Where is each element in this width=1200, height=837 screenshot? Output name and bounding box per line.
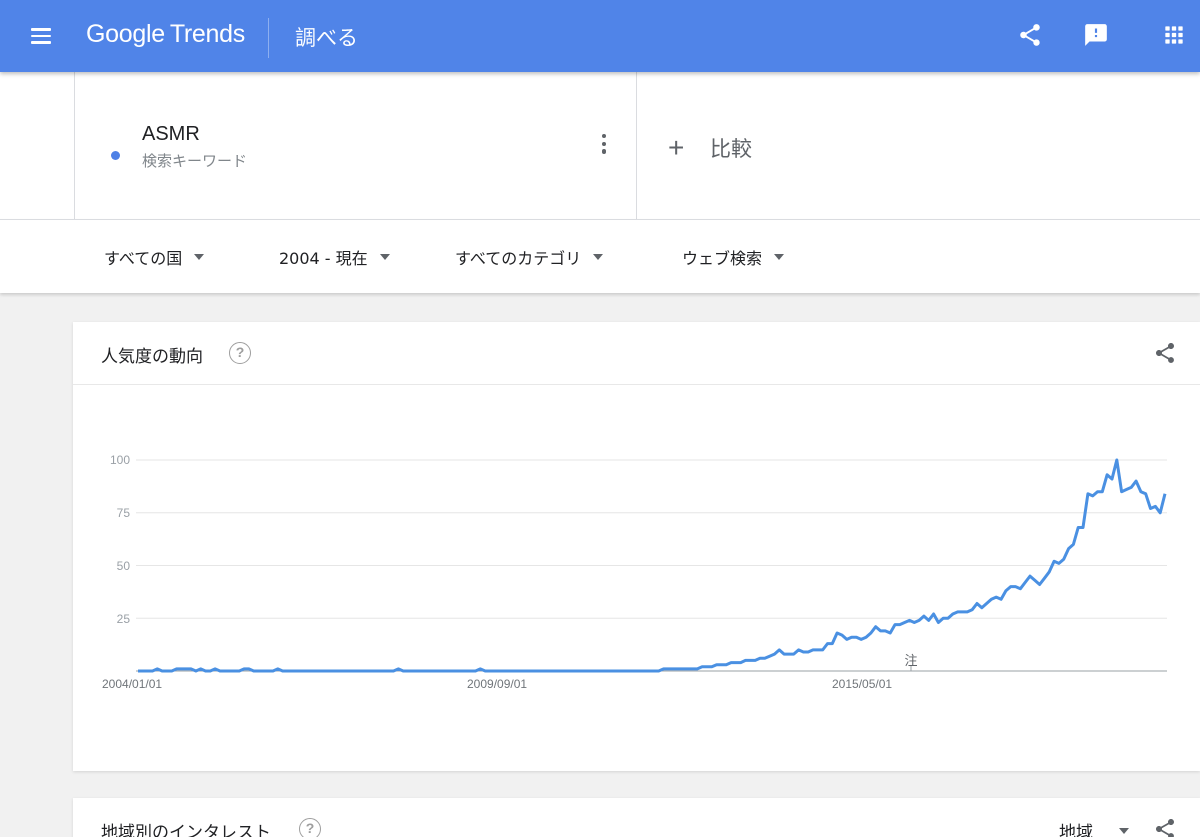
compare-button[interactable]: + 比較 <box>668 134 752 162</box>
interest-over-time-card: 人気度の動向 ? 100 75 50 25 注 2004/01/01 2009/… <box>73 322 1200 771</box>
interest-line-chart[interactable]: 注 <box>73 322 1200 771</box>
dropdown-arrow-icon <box>379 254 390 260</box>
page-title: 調べる <box>295 26 358 50</box>
search-term-name[interactable]: ASMR <box>142 123 200 146</box>
search-type-filter[interactable]: ウェブ検索 <box>682 246 785 268</box>
top-app-bar: Google Trends 調べる <box>0 0 1200 72</box>
more-options-icon[interactable] <box>599 134 609 156</box>
filter-bar: すべての国 2004 - 現在 すべてのカテゴリ ウェブ検索 <box>0 219 1200 293</box>
dropdown-arrow-icon <box>774 254 785 260</box>
x-tick-label: 2009/09/01 <box>467 677 528 691</box>
apps-grid-icon[interactable] <box>1161 22 1187 48</box>
compare-label: 比較 <box>710 137 752 161</box>
feedback-icon[interactable] <box>1083 22 1109 48</box>
header-divider <box>268 18 269 58</box>
country-filter-label: すべての国 <box>104 249 183 268</box>
help-icon[interactable]: ? <box>299 818 321 837</box>
logo-google-text: Google <box>86 20 165 48</box>
share-icon[interactable] <box>1153 817 1177 837</box>
time-range-filter-label: 2004 - 現在 <box>279 249 368 268</box>
note-marker[interactable]: 注 <box>904 654 917 669</box>
share-icon[interactable] <box>1017 22 1043 48</box>
x-tick-label: 2015/05/01 <box>832 677 893 691</box>
dropdown-arrow-icon <box>593 254 604 260</box>
google-trends-logo[interactable]: Google Trends <box>86 20 245 52</box>
category-filter-label: すべてのカテゴリ <box>455 249 582 268</box>
logo-trends-text: Trends <box>169 20 245 48</box>
country-filter[interactable]: すべての国 <box>104 246 205 268</box>
x-tick-label: 2004/01/01 <box>102 677 163 691</box>
card-title: 地域別のインタレスト <box>101 823 271 837</box>
menu-icon[interactable] <box>26 22 56 50</box>
search-term-panel: ASMR 検索キーワード + 比較 <box>0 72 1200 219</box>
dropdown-arrow-icon <box>194 254 205 260</box>
interest-by-region-card: 地域別のインタレスト ? 地域 <box>73 798 1200 837</box>
search-term-card[interactable]: ASMR 検索キーワード <box>74 72 637 219</box>
chart-gridlines <box>136 459 1167 619</box>
search-term-type: 検索キーワード <box>142 152 248 170</box>
series-color-dot <box>111 151 120 160</box>
time-range-filter[interactable]: 2004 - 現在 <box>279 246 390 268</box>
search-type-filter-label: ウェブ検索 <box>682 249 763 268</box>
dropdown-arrow-icon <box>1119 827 1129 834</box>
plus-icon: + <box>668 132 685 163</box>
region-select-label: 地域 <box>1059 823 1093 837</box>
category-filter[interactable]: すべてのカテゴリ <box>455 246 604 268</box>
region-resolution-select[interactable]: 地域 <box>1059 818 1129 837</box>
